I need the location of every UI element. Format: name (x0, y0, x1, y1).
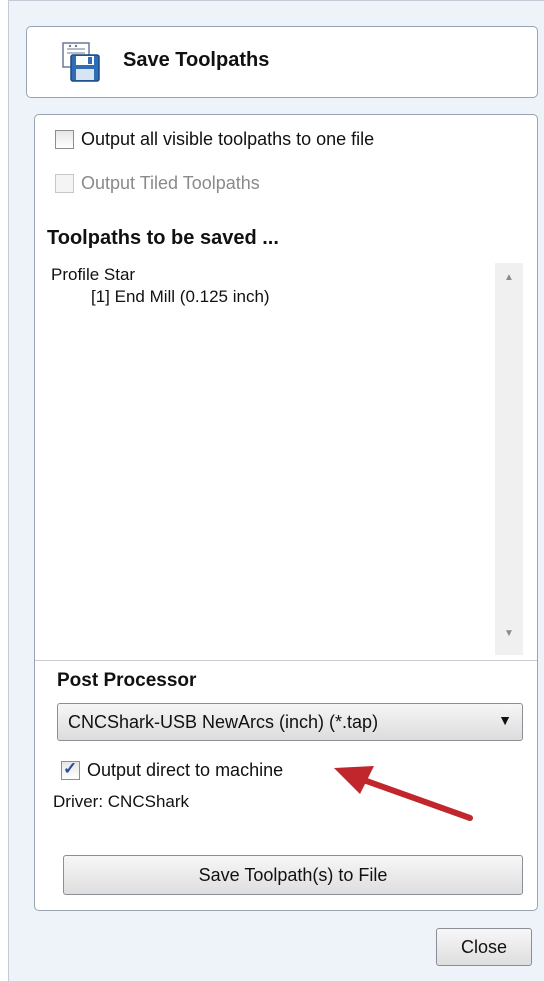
output-all-label: Output all visible toolpaths to one file (81, 129, 375, 149)
list-item[interactable]: [1] End Mill (0.125 inch) (91, 287, 270, 307)
post-processor-selected: CNCShark-USB NewArcs (inch) (*.tap) (68, 712, 379, 732)
save-to-file-button[interactable]: Save Toolpath(s) to File (63, 855, 523, 895)
post-processor-select[interactable]: CNCShark-USB NewArcs (inch) (*.tap) ▼ (57, 703, 523, 741)
output-direct-label: Output direct to machine (87, 760, 284, 780)
page-title: Save Toolpaths (123, 49, 270, 71)
save-toolpaths-window: Save Toolpaths Output all visible toolpa… (0, 0, 544, 981)
list-scrollbar[interactable]: ▲ ▼ (495, 263, 523, 655)
chevron-down-icon: ▼ (498, 712, 512, 728)
output-tiled-label: Output Tiled Toolpaths (81, 173, 260, 193)
panel-header: Save Toolpaths (26, 26, 538, 98)
close-button[interactable]: Close (436, 928, 532, 966)
driver-label: Driver: CNCShark (53, 792, 190, 811)
floppy-disk-icon (62, 42, 100, 82)
post-processor-title: Post Processor (57, 670, 197, 691)
toolpaths-section-title: Toolpaths to be saved ... (47, 227, 279, 249)
output-all-option[interactable]: Output all visible toolpaths to one file (55, 129, 374, 150)
scroll-down-icon[interactable]: ▼ (495, 623, 523, 645)
checkmark-icon: ✓ (63, 759, 78, 778)
output-tiled-checkbox (55, 174, 74, 193)
annotation-arrow-icon (334, 766, 473, 821)
list-item[interactable]: Profile Star (51, 265, 135, 285)
output-tiled-option: Output Tiled Toolpaths (55, 173, 260, 194)
scroll-up-icon[interactable]: ▲ (495, 267, 523, 289)
section-divider (35, 660, 537, 661)
output-direct-checkbox[interactable]: ✓ (61, 759, 80, 780)
output-direct-option[interactable]: ✓ Output direct to machine (61, 759, 284, 781)
toolpaths-list[interactable]: Profile Star [1] End Mill (0.125 inch) ▲… (47, 263, 525, 655)
output-all-checkbox[interactable] (55, 130, 74, 149)
